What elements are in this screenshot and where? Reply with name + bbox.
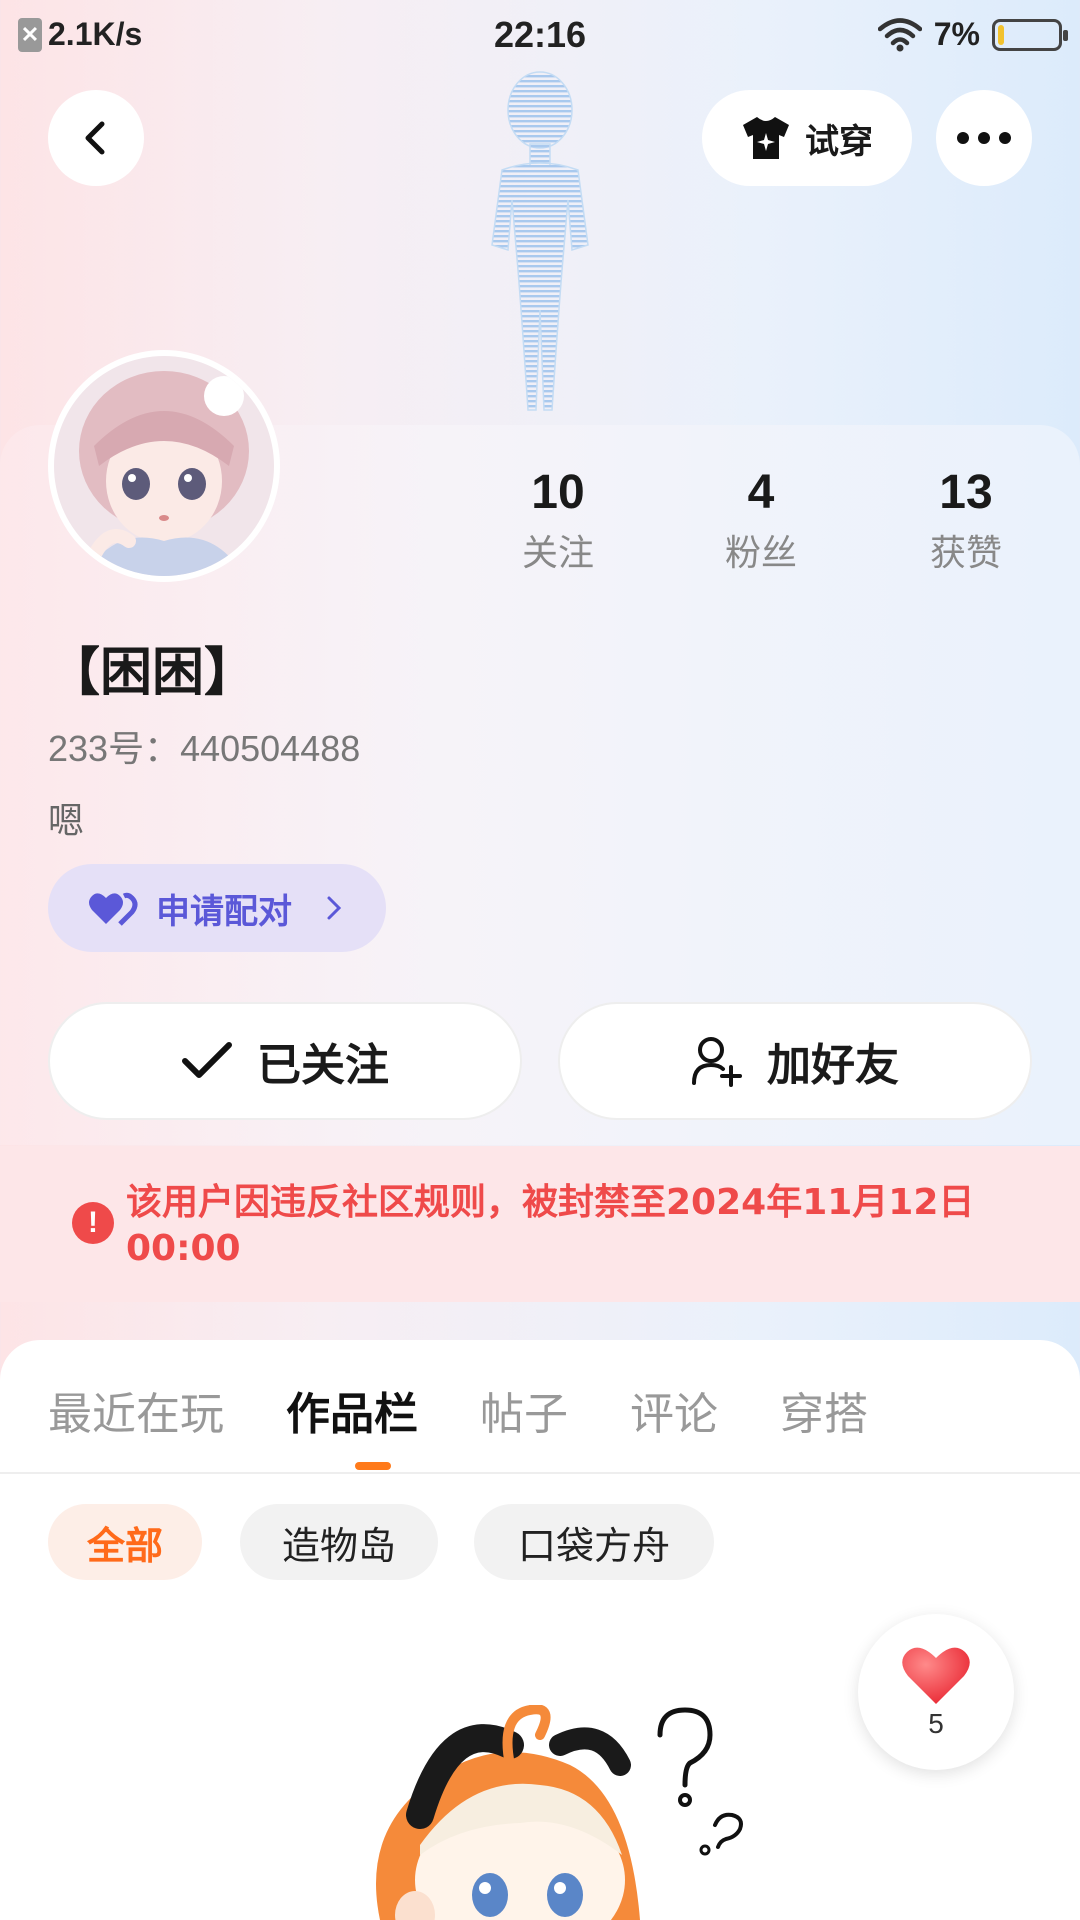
back-button[interactable]	[48, 90, 144, 186]
battery-icon	[992, 18, 1068, 51]
avatar-image	[54, 356, 274, 576]
status-bar: ✕ 2.1K/s 22:16 7%	[0, 0, 1080, 74]
stat-value: 4	[747, 466, 775, 519]
chevron-left-icon	[85, 121, 105, 155]
followed-label: 已关注	[257, 1040, 389, 1091]
request-pair-label: 申请配对	[156, 891, 292, 932]
try-on-label: 试穿	[805, 121, 873, 162]
followed-button[interactable]: 已关注	[48, 1002, 522, 1120]
wifi-icon	[877, 17, 922, 51]
tab-recently-played[interactable]: 最近在玩	[48, 1378, 224, 1442]
add-user-icon	[692, 1037, 742, 1087]
like-count: 5	[928, 1708, 944, 1739]
try-on-button[interactable]: 试穿	[702, 90, 912, 186]
active-tab-indicator	[355, 1462, 391, 1470]
double-heart-icon	[89, 892, 138, 926]
stat-value: 13	[939, 466, 993, 519]
tab-posts[interactable]: 帖子	[480, 1378, 568, 1442]
user-id: 233号：440504488	[48, 728, 361, 769]
avatar-figure-hologram	[491, 71, 589, 411]
stat-likes[interactable]: 13 获赞	[896, 465, 1036, 576]
add-friend-button[interactable]: 加好友	[558, 1002, 1032, 1120]
more-button[interactable]	[936, 90, 1032, 186]
heart-icon	[902, 1647, 970, 1704]
request-pair-button[interactable]: 申请配对	[48, 864, 386, 952]
tab-outfits[interactable]: 穿搭	[780, 1378, 868, 1442]
stat-value: 10	[531, 466, 585, 519]
stat-label: 关注	[521, 533, 594, 574]
tab-comments[interactable]: 评论	[630, 1378, 718, 1442]
filter-pocket-ark[interactable]: 口袋方舟	[474, 1504, 714, 1580]
status-right: 7%	[877, 16, 1068, 53]
check-icon	[182, 1042, 232, 1078]
tab-divider	[0, 1472, 1080, 1474]
stat-label: 粉丝	[724, 533, 797, 574]
nickname: 【困困】	[48, 643, 257, 703]
avatar[interactable]	[48, 350, 280, 582]
empty-state-mascot	[376, 1705, 743, 1920]
tab-works[interactable]: 作品栏	[286, 1378, 418, 1442]
filter-all[interactable]: 全部	[48, 1504, 202, 1580]
battery-percent: 7%	[933, 16, 980, 52]
battery-level	[998, 24, 1004, 45]
like-float-button[interactable]: 5	[858, 1614, 1014, 1770]
shirt-sparkle-icon	[743, 117, 789, 159]
chevron-right-icon	[327, 896, 342, 920]
add-friend-label: 加好友	[767, 1040, 899, 1091]
tab-bar: 最近在玩 作品栏 帖子 评论 穿搭	[48, 1378, 930, 1442]
more-dots-icon	[957, 132, 1011, 144]
bio: 嗯	[48, 801, 85, 842]
ban-notice-text: 该用户因违反社区规则，被封禁至2024年11月12日00:00	[126, 1182, 975, 1269]
warning-icon: !	[72, 1202, 114, 1244]
stat-following[interactable]: 10 关注	[488, 465, 628, 576]
stat-label: 获赞	[929, 533, 1002, 574]
filter-creation-island[interactable]: 造物岛	[240, 1504, 438, 1580]
stat-followers[interactable]: 4 粉丝	[691, 465, 831, 576]
